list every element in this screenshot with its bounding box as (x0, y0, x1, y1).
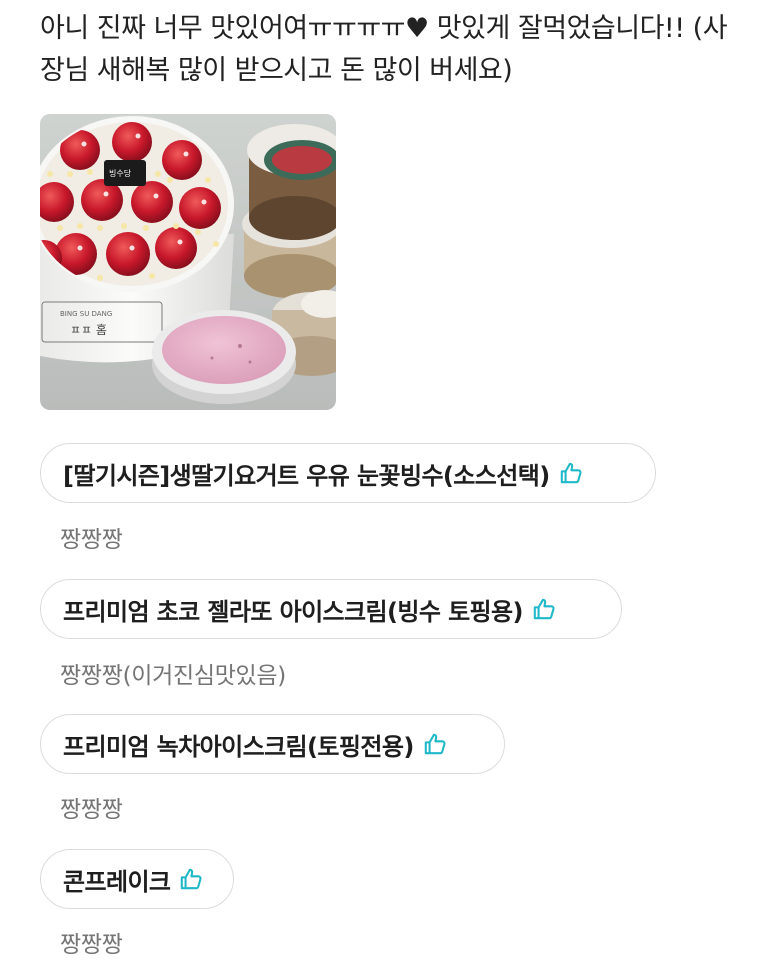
menu-chip-label: 프리미엄 초코 젤라또 아이스크림(빙수 토핑용) (63, 597, 523, 626)
menu-comment-1: 짱짱짱 (60, 527, 123, 553)
menu-chip-2[interactable]: 프리미엄 초코 젤라또 아이스크림(빙수 토핑용) (40, 579, 622, 639)
thumbs-up-icon (181, 868, 202, 890)
thumbs-up-icon (560, 462, 582, 484)
menu-chip-label: 프리미엄 녹차아이스크림(토핑전용) (63, 732, 414, 761)
svg-text:ㅍㅍ 홈: ㅍㅍ 홈 (70, 323, 107, 337)
menu-comment-3: 짱짱짱 (60, 797, 123, 823)
menu-chip-1[interactable]: [딸기시즌]생딸기요거트 우유 눈꽃빙수(소스선택) (40, 443, 656, 503)
thumbs-up-icon (424, 733, 446, 755)
review-photo[interactable]: BING SU DANG ㅍㅍ 홈 빙수당 (40, 114, 336, 410)
thumbs-up-icon (533, 598, 555, 620)
bowl-brand-ko: 빙수당 (109, 168, 132, 178)
menu-chip-label: 콘프레이크 (63, 867, 171, 896)
review-text: 아니 진짜 너무 맛있어여ㅠㅠㅠㅠ♥ 맛있게 잘먹었습니다!! (사장님 새해복… (40, 13, 728, 86)
menu-chip-3[interactable]: 프리미엄 녹차아이스크림(토핑전용) (40, 714, 505, 774)
menu-chip-4[interactable]: 콘프레이크 (40, 849, 234, 909)
menu-comment-2: 짱짱짱(이거진심맛있음) (60, 663, 286, 689)
bowl-brand-en: BING SU DANG (60, 310, 112, 318)
sauce-cup (152, 310, 296, 404)
menu-comment-4: 짱짱짱 (60, 932, 123, 958)
menu-chip-label: [딸기시즌]생딸기요거트 우유 눈꽃빙수(소스선택) (63, 461, 550, 490)
